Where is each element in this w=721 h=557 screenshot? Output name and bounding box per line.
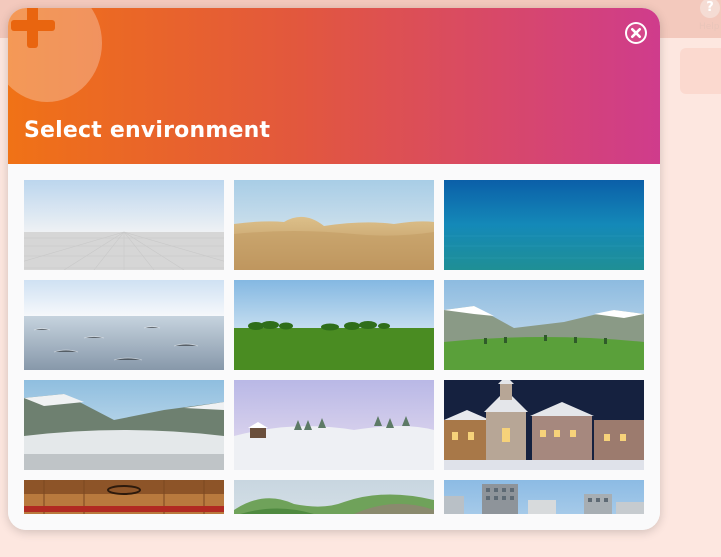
question-mark-icon: ? [700, 0, 720, 18]
environment-desert[interactable] [234, 180, 434, 270]
environment-green-hills[interactable] [234, 480, 434, 514]
ocean-thumbnail [24, 280, 224, 370]
help-button[interactable]: ? Help [697, 0, 721, 38]
green-hills-thumbnail [234, 480, 434, 514]
wooden-interior-thumbnail [24, 480, 224, 514]
background-side-panel [680, 48, 721, 94]
close-button[interactable] [625, 22, 647, 44]
help-label: Help [699, 22, 720, 32]
environment-ocean[interactable] [24, 280, 224, 370]
environment-wooden-interior[interactable] [24, 480, 224, 514]
winter-village-thumbnail [444, 380, 644, 470]
environment-city[interactable] [444, 480, 644, 514]
environment-underwater[interactable] [444, 180, 644, 270]
modal-header: Select environment [8, 8, 660, 164]
city-thumbnail [444, 480, 644, 514]
select-environment-modal: Select environment [8, 8, 660, 530]
environment-winter-village[interactable] [444, 380, 644, 470]
environment-mountain-valley[interactable] [444, 280, 644, 370]
environment-list [8, 164, 660, 530]
snowy-mountains-thumbnail [24, 380, 224, 470]
plus-icon [11, 8, 55, 48]
underwater-thumbnail [444, 180, 644, 270]
grass-plain-thumbnail [234, 280, 434, 370]
modal-title: Select environment [24, 118, 271, 143]
desert-thumbnail [234, 180, 434, 270]
environment-grass-plain[interactable] [234, 280, 434, 370]
environment-snowy-cabin[interactable] [234, 380, 434, 470]
add-badge [8, 8, 102, 102]
environment-grid [24, 180, 644, 514]
close-icon [627, 24, 645, 42]
snowy-cabin-thumbnail [234, 380, 434, 470]
mountain-valley-thumbnail [444, 280, 644, 370]
environment-snowy-mountains[interactable] [24, 380, 224, 470]
grid-floor-thumbnail [24, 180, 224, 270]
environment-grid-floor[interactable] [24, 180, 224, 270]
